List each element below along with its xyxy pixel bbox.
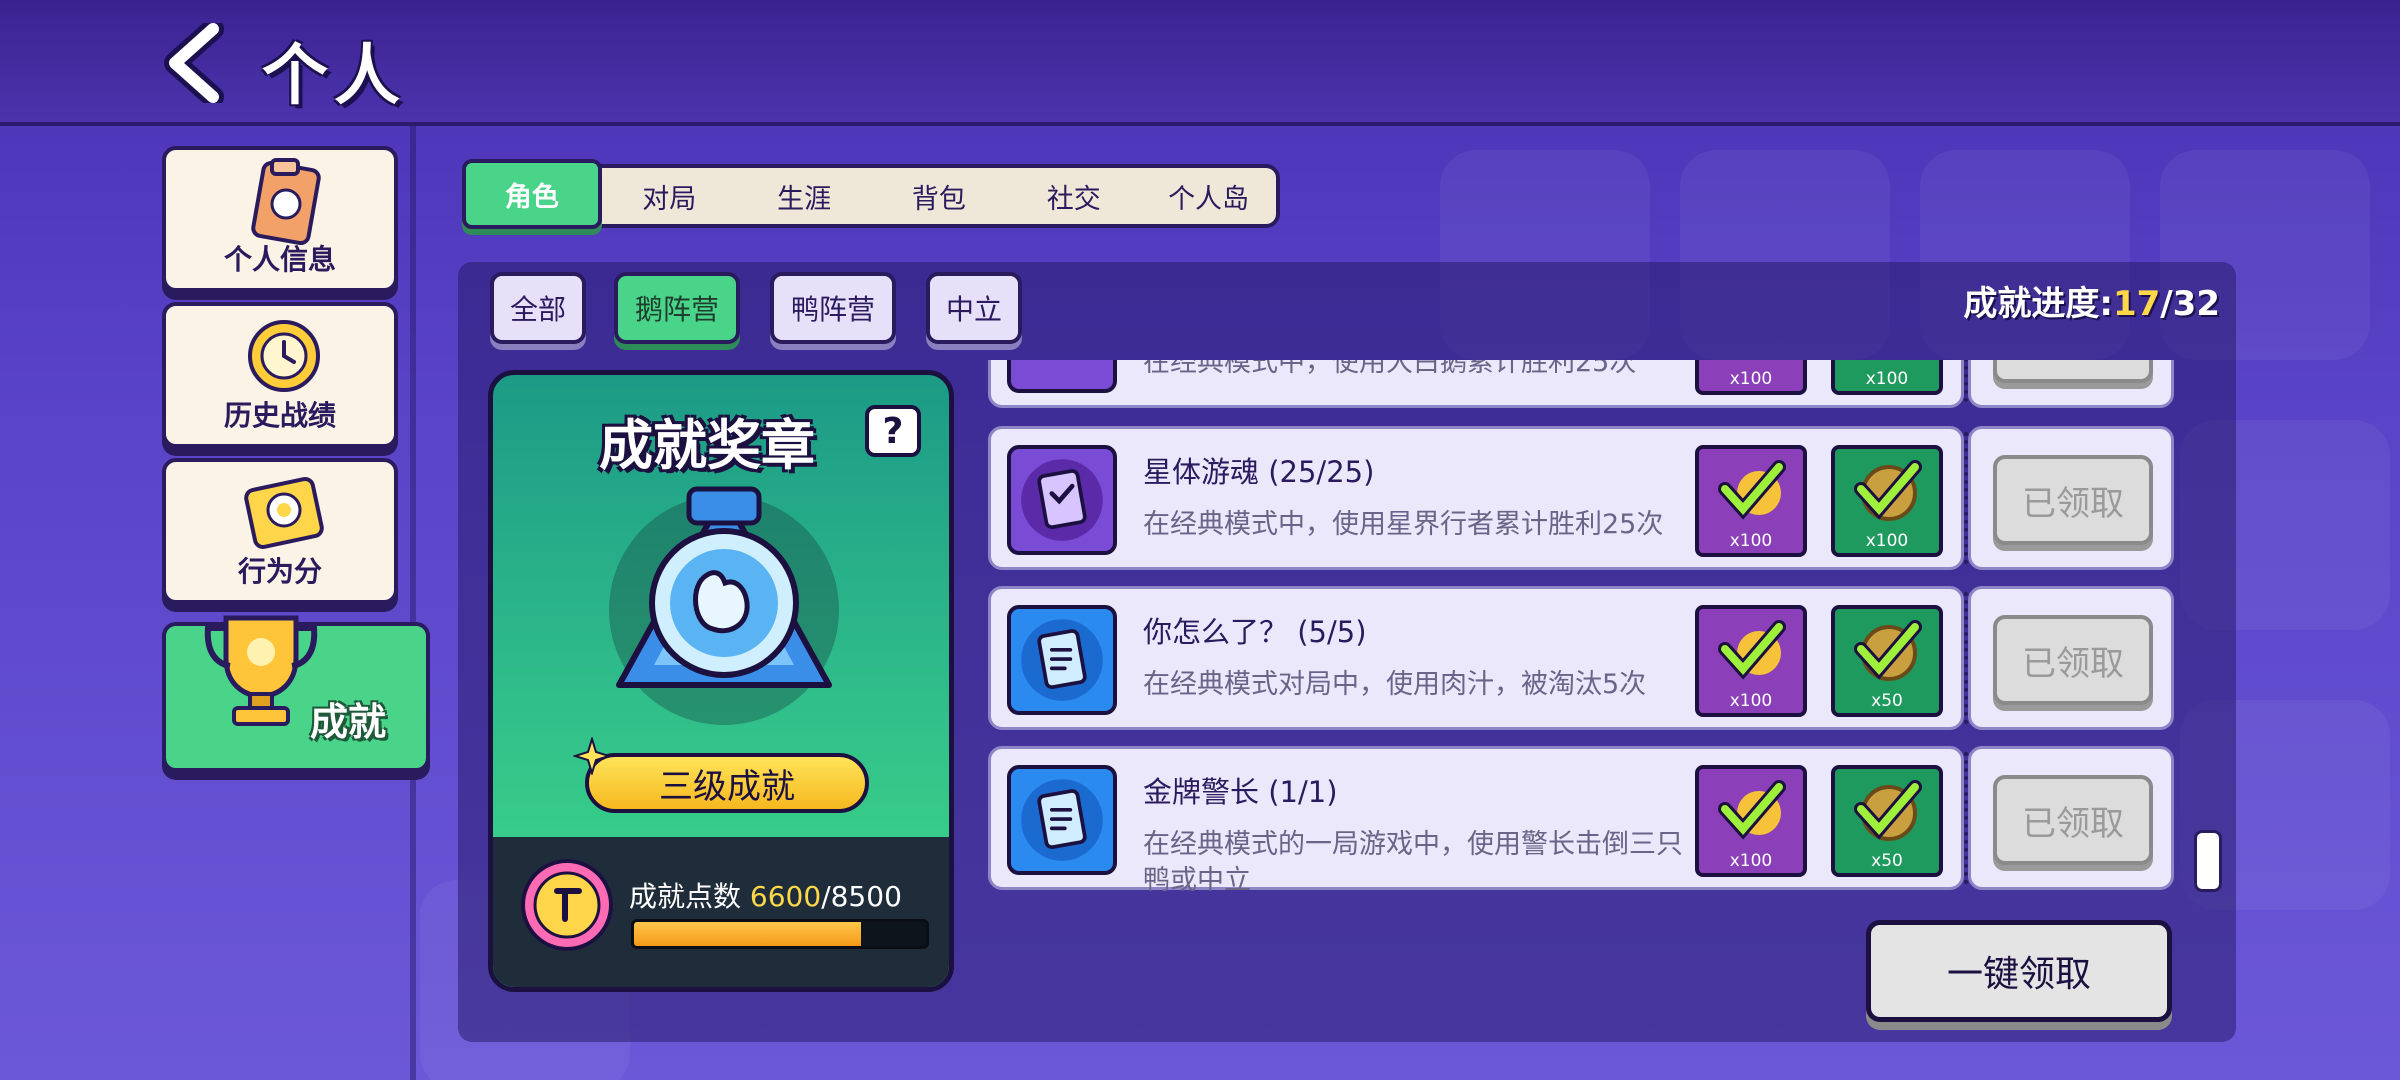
nav-divider [410,126,416,1080]
achievement-name: 你怎么了？ (5/5) [1143,615,1367,649]
help-icon[interactable]: ? [865,405,921,457]
reward-item[interactable]: x100 [1695,445,1807,557]
reward-item[interactable]: x100 [1831,360,1943,395]
sparkle-icon [573,737,611,775]
achievement-icon [1007,360,1117,393]
progress-current: 17 [2112,284,2161,324]
points-coin-icon [521,859,613,951]
achievement-name: 金牌警长 (1/1) [1143,775,1338,809]
points-total: /8500 [821,880,902,913]
tab-career[interactable]: 生涯 [737,168,872,224]
reward-qty: x100 [1729,851,1773,871]
document-icon [1007,765,1117,875]
claim-all-button[interactable]: 一键领取 [1866,920,2172,1022]
rank-banner: 三级成就 [585,753,869,813]
claimed-button[interactable]: 已领取 [1993,455,2153,545]
reward-qty: x50 [1871,691,1903,711]
claimed-button[interactable] [1993,360,2153,383]
achievement-claim-area [1968,360,2174,408]
clock-history-icon [248,320,320,392]
nav-item-behavior-score[interactable]: 行为分 [162,458,398,604]
trophy-icon [204,615,318,726]
list-scrollbar[interactable] [2194,830,2222,892]
tab-match[interactable]: 对局 [602,168,737,224]
achievement-claim-area: 已领取 [1968,426,2174,570]
reward-qty: x50 [1871,851,1903,871]
achievement-row: 在经典模式中，使用大白鹅累计胜利25次 x100 x100 [988,360,2174,408]
reward-item[interactable]: x100 [1695,765,1807,877]
medal-card: 成就奖章 ? 三级成就 成就点数 6600/8500 [488,370,954,992]
achievement-row: 金牌警长 (1/1) 在经典模式的一局游戏中，使用警长击倒三只鸭或中立 x100… [988,746,2174,896]
filter-duck[interactable]: 鸭阵营 [770,272,896,344]
filter-neutral[interactable]: 中立 [926,272,1022,344]
nav-item-profile[interactable]: 个人信息 [162,146,398,292]
document-check-icon [1007,445,1117,555]
top-bar: 个人 [0,0,2400,126]
filter-goose[interactable]: 鹅阵营 [614,272,740,344]
achievement-card: 你怎么了？ (5/5) 在经典模式对局中，使用肉汁，被淘汰5次 x100 x50 [988,586,1964,730]
points-progress-bar [631,919,929,949]
reward-item[interactable]: x50 [1831,765,1943,877]
reward-qty: x100 [1729,691,1773,711]
achievement-desc: 在经典模式中，使用大白鹅累计胜利25次 [1143,360,1637,378]
achievement-card: 在经典模式中，使用大白鹅累计胜利25次 x100 x100 [988,360,1964,408]
points-current: 6600 [749,880,822,913]
achievement-desc: 在经典模式的一局游戏中，使用警长击倒三只鸭或中立 [1143,829,1683,896]
nav-item-label: 个人信息 [223,243,336,276]
achievement-list: 在经典模式中，使用大白鹅累计胜利25次 x100 x100 星体游魂 (25/2… [988,360,2188,900]
achievement-desc: 在经典模式对局中，使用肉汁，被淘汰5次 [1143,669,1647,700]
check-icon [1718,620,1786,680]
achievement-claim-area: 已领取 [1968,586,2174,730]
page-title: 个人 [262,37,406,114]
back-button[interactable] [156,20,236,106]
achievement-row: 你怎么了？ (5/5) 在经典模式对局中，使用肉汁，被淘汰5次 x100 x50… [988,586,2174,730]
reward-item[interactable]: x100 [1695,360,1807,395]
check-icon [1718,460,1786,520]
tab-backpack[interactable]: 背包 [872,168,1007,224]
check-icon [1854,620,1922,681]
reward-item[interactable]: x100 [1831,445,1943,557]
nav-item-history[interactable]: 历史战绩 [162,302,398,448]
reward-qty: x100 [1729,531,1773,551]
check-icon [1854,780,1922,841]
certificate-icon [244,477,324,549]
category-tabs: 角色 对局 生涯 背包 社交 个人岛 [462,159,1280,229]
points-label: 成就点数 6600/8500 [629,875,902,915]
clipboard-icon [251,158,321,246]
tab-social[interactable]: 社交 [1006,168,1141,224]
medal-badge-icon [609,486,839,725]
chevron-left-icon [164,23,224,103]
claimed-button[interactable]: 已领取 [1993,775,2153,865]
progress-label-text: 成就进度: [1963,284,2113,324]
progress-total: /32 [2160,284,2220,324]
tab-role[interactable]: 角色 [462,159,602,229]
achievement-card: 星体游魂 (25/25) 在经典模式中，使用星界行者累计胜利25次 x100 x… [988,426,1964,570]
points-progress-fill [634,922,861,946]
reward-item[interactable]: x100 [1695,605,1807,717]
reward-qty: x100 [1865,531,1909,551]
claimed-button[interactable]: 已领取 [1993,615,2153,705]
nav-item-label: 成就 [309,700,386,744]
medal-title: 成就奖章 [599,414,815,477]
nav-item-achievements[interactable]: 成就 [162,615,430,772]
achievement-row: 星体游魂 (25/25) 在经典模式中，使用星界行者累计胜利25次 x100 x… [988,426,2174,570]
achievement-name: 星体游魂 (25/25) [1143,455,1375,489]
tab-personal-island[interactable]: 个人岛 [1141,168,1276,224]
check-icon [1854,460,1922,521]
nav-item-label: 行为分 [237,555,322,588]
reward-qty: x100 [1729,369,1773,389]
filter-all[interactable]: 全部 [490,272,586,344]
achievement-claim-area: 已领取 [1968,746,2174,890]
achievement-progress: 成就进度:17/32 [1963,276,2220,325]
document-icon [1007,605,1117,715]
reward-item[interactable]: x50 [1831,605,1943,717]
check-icon [1718,780,1786,840]
nav-item-label: 历史战绩 [223,399,336,432]
achievement-points-section: 成就点数 6600/8500 [493,837,949,987]
achievement-card: 金牌警长 (1/1) 在经典模式的一局游戏中，使用警长击倒三只鸭或中立 x100… [988,746,1964,896]
points-label-text: 成就点数 [629,880,742,913]
achievement-desc: 在经典模式中，使用星界行者累计胜利25次 [1143,509,1664,540]
reward-qty: x100 [1865,369,1909,389]
